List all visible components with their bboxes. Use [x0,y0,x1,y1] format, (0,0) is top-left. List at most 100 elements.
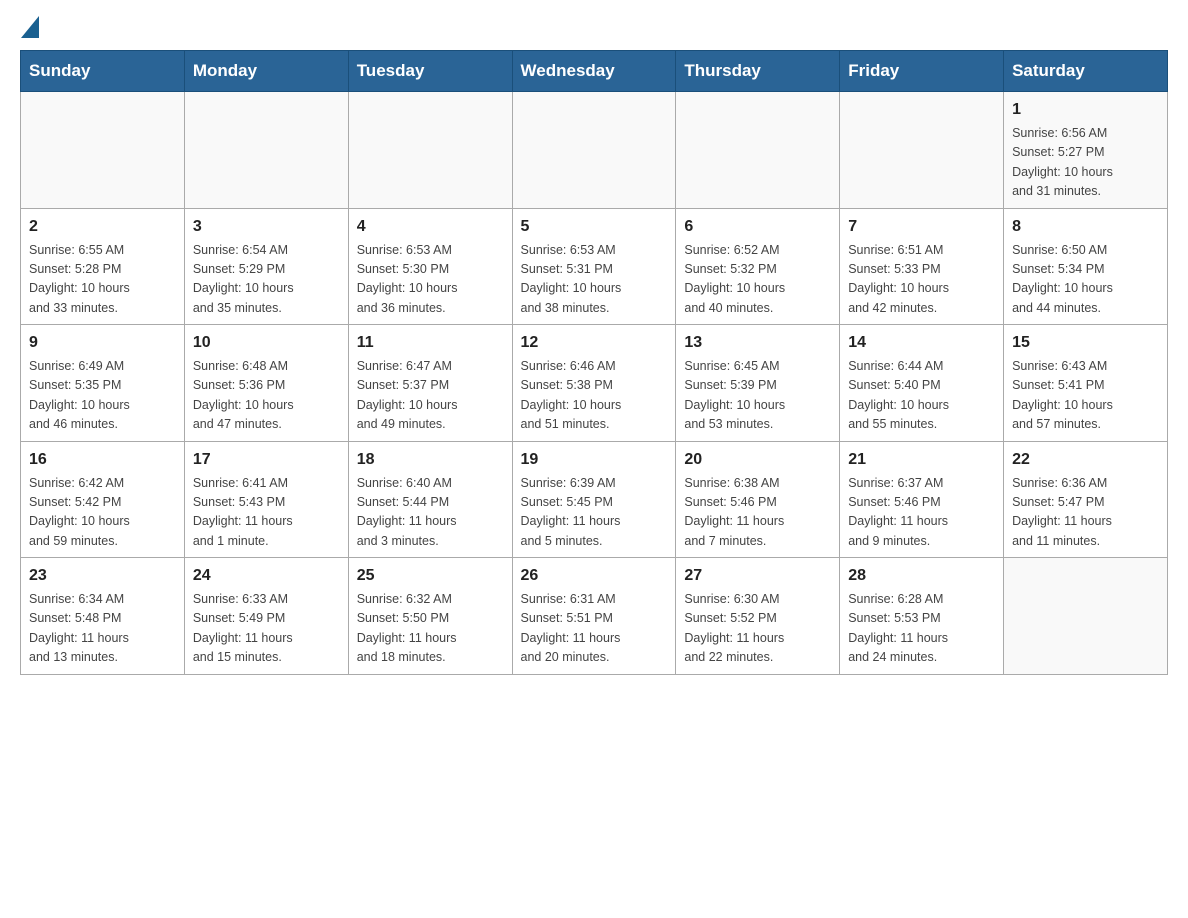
day-info: Sunrise: 6:34 AM Sunset: 5:48 PM Dayligh… [29,590,176,668]
day-info: Sunrise: 6:28 AM Sunset: 5:53 PM Dayligh… [848,590,995,668]
day-info: Sunrise: 6:56 AM Sunset: 5:27 PM Dayligh… [1012,124,1159,202]
calendar-day-cell: 6Sunrise: 6:52 AM Sunset: 5:32 PM Daylig… [676,208,840,325]
page-header [20,20,1168,40]
day-info: Sunrise: 6:51 AM Sunset: 5:33 PM Dayligh… [848,241,995,319]
calendar-day-cell: 26Sunrise: 6:31 AM Sunset: 5:51 PM Dayli… [512,558,676,675]
calendar-day-cell: 5Sunrise: 6:53 AM Sunset: 5:31 PM Daylig… [512,208,676,325]
day-of-week-header: Wednesday [512,51,676,92]
calendar-header-row: SundayMondayTuesdayWednesdayThursdayFrid… [21,51,1168,92]
day-of-week-header: Monday [184,51,348,92]
day-info: Sunrise: 6:33 AM Sunset: 5:49 PM Dayligh… [193,590,340,668]
day-of-week-header: Saturday [1004,51,1168,92]
calendar-table: SundayMondayTuesdayWednesdayThursdayFrid… [20,50,1168,675]
day-info: Sunrise: 6:31 AM Sunset: 5:51 PM Dayligh… [521,590,668,668]
day-info: Sunrise: 6:40 AM Sunset: 5:44 PM Dayligh… [357,474,504,552]
day-info: Sunrise: 6:44 AM Sunset: 5:40 PM Dayligh… [848,357,995,435]
day-number: 14 [848,331,995,355]
day-info: Sunrise: 6:49 AM Sunset: 5:35 PM Dayligh… [29,357,176,435]
day-number: 6 [684,215,831,239]
calendar-day-cell: 27Sunrise: 6:30 AM Sunset: 5:52 PM Dayli… [676,558,840,675]
calendar-day-cell [184,92,348,209]
day-number: 9 [29,331,176,355]
calendar-day-cell: 24Sunrise: 6:33 AM Sunset: 5:49 PM Dayli… [184,558,348,675]
calendar-day-cell: 2Sunrise: 6:55 AM Sunset: 5:28 PM Daylig… [21,208,185,325]
day-info: Sunrise: 6:39 AM Sunset: 5:45 PM Dayligh… [521,474,668,552]
day-number: 22 [1012,448,1159,472]
calendar-day-cell: 22Sunrise: 6:36 AM Sunset: 5:47 PM Dayli… [1004,441,1168,558]
day-of-week-header: Friday [840,51,1004,92]
day-of-week-header: Sunday [21,51,185,92]
day-info: Sunrise: 6:50 AM Sunset: 5:34 PM Dayligh… [1012,241,1159,319]
day-number: 15 [1012,331,1159,355]
day-info: Sunrise: 6:38 AM Sunset: 5:46 PM Dayligh… [684,474,831,552]
calendar-day-cell: 25Sunrise: 6:32 AM Sunset: 5:50 PM Dayli… [348,558,512,675]
calendar-day-cell [676,92,840,209]
day-number: 5 [521,215,668,239]
calendar-day-cell: 1Sunrise: 6:56 AM Sunset: 5:27 PM Daylig… [1004,92,1168,209]
day-number: 27 [684,564,831,588]
calendar-day-cell: 9Sunrise: 6:49 AM Sunset: 5:35 PM Daylig… [21,325,185,442]
calendar-day-cell: 19Sunrise: 6:39 AM Sunset: 5:45 PM Dayli… [512,441,676,558]
day-number: 2 [29,215,176,239]
day-number: 8 [1012,215,1159,239]
day-info: Sunrise: 6:42 AM Sunset: 5:42 PM Dayligh… [29,474,176,552]
day-info: Sunrise: 6:41 AM Sunset: 5:43 PM Dayligh… [193,474,340,552]
calendar-day-cell: 3Sunrise: 6:54 AM Sunset: 5:29 PM Daylig… [184,208,348,325]
calendar-day-cell: 8Sunrise: 6:50 AM Sunset: 5:34 PM Daylig… [1004,208,1168,325]
day-info: Sunrise: 6:43 AM Sunset: 5:41 PM Dayligh… [1012,357,1159,435]
calendar-week-row: 1Sunrise: 6:56 AM Sunset: 5:27 PM Daylig… [21,92,1168,209]
day-number: 25 [357,564,504,588]
calendar-day-cell: 10Sunrise: 6:48 AM Sunset: 5:36 PM Dayli… [184,325,348,442]
calendar-day-cell [840,92,1004,209]
day-info: Sunrise: 6:54 AM Sunset: 5:29 PM Dayligh… [193,241,340,319]
calendar-day-cell: 18Sunrise: 6:40 AM Sunset: 5:44 PM Dayli… [348,441,512,558]
calendar-day-cell: 13Sunrise: 6:45 AM Sunset: 5:39 PM Dayli… [676,325,840,442]
calendar-day-cell: 16Sunrise: 6:42 AM Sunset: 5:42 PM Dayli… [21,441,185,558]
day-info: Sunrise: 6:30 AM Sunset: 5:52 PM Dayligh… [684,590,831,668]
day-number: 13 [684,331,831,355]
logo [20,20,39,40]
day-info: Sunrise: 6:52 AM Sunset: 5:32 PM Dayligh… [684,241,831,319]
day-number: 1 [1012,98,1159,122]
day-number: 7 [848,215,995,239]
day-number: 12 [521,331,668,355]
day-info: Sunrise: 6:36 AM Sunset: 5:47 PM Dayligh… [1012,474,1159,552]
day-number: 4 [357,215,504,239]
day-number: 20 [684,448,831,472]
day-info: Sunrise: 6:45 AM Sunset: 5:39 PM Dayligh… [684,357,831,435]
calendar-day-cell: 14Sunrise: 6:44 AM Sunset: 5:40 PM Dayli… [840,325,1004,442]
day-info: Sunrise: 6:37 AM Sunset: 5:46 PM Dayligh… [848,474,995,552]
calendar-day-cell [21,92,185,209]
day-of-week-header: Thursday [676,51,840,92]
calendar-week-row: 23Sunrise: 6:34 AM Sunset: 5:48 PM Dayli… [21,558,1168,675]
calendar-week-row: 16Sunrise: 6:42 AM Sunset: 5:42 PM Dayli… [21,441,1168,558]
calendar-week-row: 2Sunrise: 6:55 AM Sunset: 5:28 PM Daylig… [21,208,1168,325]
calendar-day-cell: 20Sunrise: 6:38 AM Sunset: 5:46 PM Dayli… [676,441,840,558]
calendar-week-row: 9Sunrise: 6:49 AM Sunset: 5:35 PM Daylig… [21,325,1168,442]
day-number: 19 [521,448,668,472]
day-info: Sunrise: 6:53 AM Sunset: 5:30 PM Dayligh… [357,241,504,319]
calendar-day-cell: 12Sunrise: 6:46 AM Sunset: 5:38 PM Dayli… [512,325,676,442]
calendar-day-cell: 17Sunrise: 6:41 AM Sunset: 5:43 PM Dayli… [184,441,348,558]
day-info: Sunrise: 6:53 AM Sunset: 5:31 PM Dayligh… [521,241,668,319]
day-of-week-header: Tuesday [348,51,512,92]
day-info: Sunrise: 6:55 AM Sunset: 5:28 PM Dayligh… [29,241,176,319]
calendar-day-cell [348,92,512,209]
day-number: 24 [193,564,340,588]
day-number: 21 [848,448,995,472]
day-info: Sunrise: 6:46 AM Sunset: 5:38 PM Dayligh… [521,357,668,435]
calendar-day-cell: 7Sunrise: 6:51 AM Sunset: 5:33 PM Daylig… [840,208,1004,325]
calendar-day-cell: 15Sunrise: 6:43 AM Sunset: 5:41 PM Dayli… [1004,325,1168,442]
day-number: 17 [193,448,340,472]
day-info: Sunrise: 6:48 AM Sunset: 5:36 PM Dayligh… [193,357,340,435]
day-info: Sunrise: 6:32 AM Sunset: 5:50 PM Dayligh… [357,590,504,668]
day-number: 3 [193,215,340,239]
day-number: 11 [357,331,504,355]
day-number: 23 [29,564,176,588]
logo-flag-icon [21,16,39,38]
day-number: 10 [193,331,340,355]
calendar-day-cell: 23Sunrise: 6:34 AM Sunset: 5:48 PM Dayli… [21,558,185,675]
day-number: 18 [357,448,504,472]
calendar-day-cell: 11Sunrise: 6:47 AM Sunset: 5:37 PM Dayli… [348,325,512,442]
calendar-day-cell: 4Sunrise: 6:53 AM Sunset: 5:30 PM Daylig… [348,208,512,325]
